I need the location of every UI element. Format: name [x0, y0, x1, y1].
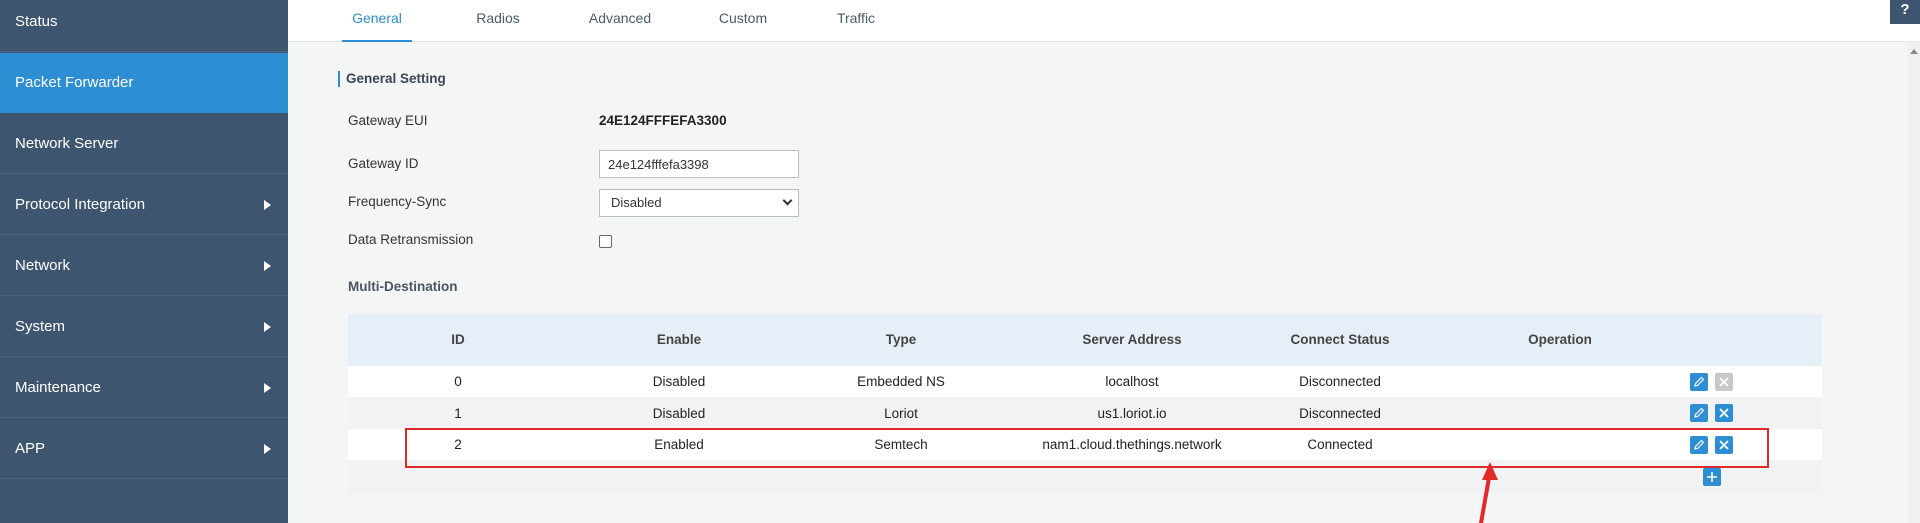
caret-right-icon: [264, 322, 271, 332]
cell-connect-status: Disconnected: [1299, 406, 1381, 421]
tab-general[interactable]: General: [342, 0, 412, 42]
sidebar-item-network[interactable]: Network: [0, 236, 288, 296]
table-header: ID Enable Type Server Address Connect St…: [348, 314, 1822, 366]
column-header: Type: [885, 332, 917, 347]
close-icon: [1719, 408, 1729, 418]
delete-button: [1715, 373, 1733, 391]
sidebar-item-label: Protocol Integration: [15, 196, 146, 213]
table-row: 1 Disabled Loriot us1.loriot.io Disconne…: [348, 398, 1822, 429]
sidebar-item-label: Network Server: [15, 135, 119, 152]
sidebar-item-packet-forwarder[interactable]: Packet Forwarder: [0, 53, 288, 113]
column-header: Server Address: [1082, 332, 1182, 347]
pencil-icon: [1694, 376, 1705, 387]
sidebar-item-label: Maintenance: [15, 379, 101, 396]
sidebar-item-system[interactable]: System: [0, 297, 288, 357]
tab-advanced[interactable]: Advanced: [580, 0, 660, 42]
cell-id: 1: [454, 406, 462, 421]
cell-server-address: localhost: [1105, 374, 1159, 389]
cell-enable: Disabled: [652, 374, 706, 389]
gateway-id-input[interactable]: [599, 150, 799, 178]
gateway-eui-value: 24E124FFFEFA3300: [599, 113, 727, 128]
column-header: Operation: [1528, 332, 1592, 347]
data-retransmission-label: Data Retransmission: [348, 232, 474, 247]
multi-destination-title: Multi-Destination: [348, 279, 458, 294]
tab-traffic[interactable]: Traffic: [821, 0, 891, 42]
close-icon: [1719, 377, 1729, 387]
scrollbar[interactable]: [1908, 42, 1920, 523]
frequency-sync-value: Disabled: [611, 195, 662, 210]
cell-server-address: us1.loriot.io: [1097, 406, 1167, 421]
edit-button[interactable]: [1690, 404, 1708, 422]
caret-right-icon: [264, 444, 271, 454]
cell-connect-status: Disconnected: [1299, 374, 1381, 389]
sidebar-item-label: Network: [15, 257, 71, 274]
cell-id: 0: [454, 374, 462, 389]
add-destination-button[interactable]: [1703, 468, 1721, 486]
table-row: 0 Disabled Embedded NS localhost Disconn…: [348, 366, 1822, 397]
sidebar-item-label: APP: [15, 440, 46, 457]
sidebar-item-label: System: [15, 318, 66, 335]
sidebar-item-maintenance[interactable]: Maintenance: [0, 358, 288, 418]
pencil-icon: [1694, 407, 1705, 418]
column-header: Connect Status: [1290, 332, 1390, 347]
cell-type: Loriot: [884, 406, 918, 421]
frequency-sync-label: Frequency-Sync: [348, 194, 447, 209]
plus-icon: [1707, 472, 1717, 482]
gateway-eui-label: Gateway EUI: [348, 113, 428, 128]
caret-right-icon: [264, 261, 271, 271]
sidebar-item-app[interactable]: APP: [0, 419, 288, 479]
frequency-sync-select[interactable]: Disabled: [599, 189, 799, 217]
section-title: General Setting: [338, 71, 446, 87]
tab-bar: General Radios Advanced Custom Traffic: [288, 0, 1920, 42]
column-header: Enable: [656, 332, 702, 347]
sidebar: Status Packet Forwarder Network Server P…: [0, 0, 288, 523]
cell-type: Embedded NS: [857, 374, 945, 389]
highlight-box: [405, 428, 1769, 468]
sidebar-item-protocol-integration[interactable]: Protocol Integration: [0, 175, 288, 235]
sidebar-item-network-server[interactable]: Network Server: [0, 114, 288, 174]
sidebar-item-label: Status: [15, 13, 58, 30]
scroll-up-icon: [1910, 49, 1918, 54]
gateway-id-label: Gateway ID: [348, 156, 419, 171]
sidebar-item-label: Packet Forwarder: [15, 74, 134, 91]
chevron-down-icon: [782, 195, 793, 206]
delete-button[interactable]: [1715, 404, 1733, 422]
caret-right-icon: [264, 383, 271, 393]
cell-enable: Disabled: [652, 406, 706, 421]
help-icon: ?: [1900, 1, 1910, 18]
caret-right-icon: [264, 200, 271, 210]
sidebar-item-status[interactable]: Status: [0, 0, 288, 52]
help-button[interactable]: ?: [1890, 0, 1920, 24]
tab-radios[interactable]: Radios: [463, 0, 533, 42]
tab-custom[interactable]: Custom: [708, 0, 778, 42]
data-retransmission-checkbox[interactable]: [599, 235, 612, 248]
edit-button[interactable]: [1690, 373, 1708, 391]
column-header: ID: [451, 332, 465, 347]
